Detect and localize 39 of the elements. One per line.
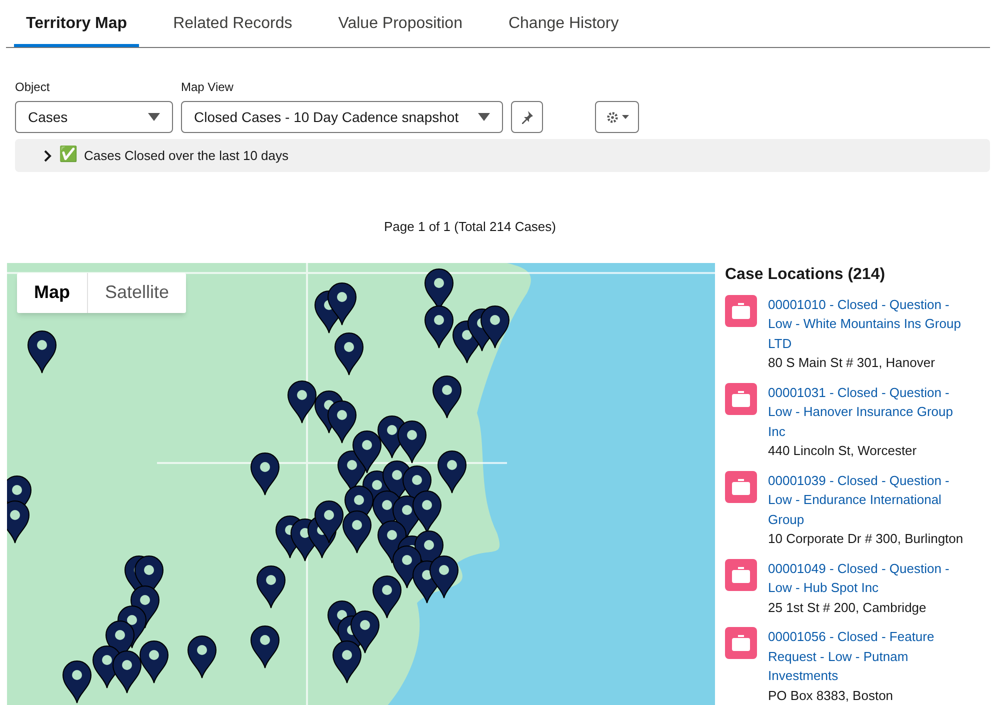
field-label: Object: [15, 79, 51, 96]
case-link[interactable]: 00001056 - Closed - Feature Request - Low - Putnam Investments: [768, 627, 973, 686]
expand-toggle[interactable]: [43, 150, 53, 162]
check-emoji: ✅: [59, 144, 78, 166]
briefcase-icon: [725, 294, 757, 326]
map-view-dropdown[interactable]: Closed Cases - 10 Day Cadence snapshot: [181, 101, 503, 133]
tab[interactable]: Related Records: [161, 12, 304, 47]
settings-menu-button[interactable]: [595, 101, 639, 133]
object-dropdown[interactable]: Cases: [15, 101, 173, 133]
map-type-button[interactable]: Map: [17, 272, 87, 312]
settings-icon: [606, 110, 618, 124]
dropdown-caret-icon: [478, 113, 490, 121]
pagination-text: Page 1 of 1 (Total 214 Cases): [384, 218, 556, 236]
list-title: Case Locations (214): [725, 264, 886, 284]
tab[interactable]: Change History: [496, 12, 631, 47]
case-address: 10 Corporate Dr # 300, Burlington: [768, 530, 964, 548]
case-address: 25 1st St # 200, Cambridge: [768, 598, 928, 617]
case-link[interactable]: 00001039 - Closed - Question - Low - Endurance International Group: [768, 470, 973, 529]
summary-text: Cases Closed over the last 10 days: [84, 146, 288, 165]
dropdown-caret-icon: [148, 113, 160, 121]
case-link[interactable]: 00001010 - Closed - Question - Low - White Mountains Ins Group LTD: [768, 294, 973, 353]
pin-button[interactable]: [511, 101, 543, 133]
case-address: 440 Lincoln St, Worcester: [768, 442, 918, 460]
briefcase-icon: [725, 627, 757, 659]
map-drawing[interactable]: [7, 262, 715, 705]
case-address: 80 S Main St # 301, Hanover: [768, 354, 936, 372]
pushpin-icon: [520, 110, 534, 124]
chevron-icon: [43, 150, 53, 162]
briefcase-icon: [725, 382, 757, 414]
caret-icon: [622, 115, 628, 119]
case-link[interactable]: 00001049 - Closed - Question - Low - Hub Spot Inc: [768, 558, 973, 598]
briefcase-icon: [725, 558, 757, 590]
case-link[interactable]: 00001031 - Closed - Question - Low - Hanover Insurance Group Inc: [768, 382, 973, 441]
briefcase-icon: [725, 470, 757, 502]
field-label: Map View: [181, 79, 234, 96]
case-address: PO Box 8383, Boston: [768, 686, 894, 704]
tab[interactable]: Territory Map: [14, 12, 140, 47]
tab[interactable]: Value Proposition: [326, 12, 474, 47]
map-type-button[interactable]: Satellite: [87, 272, 186, 312]
